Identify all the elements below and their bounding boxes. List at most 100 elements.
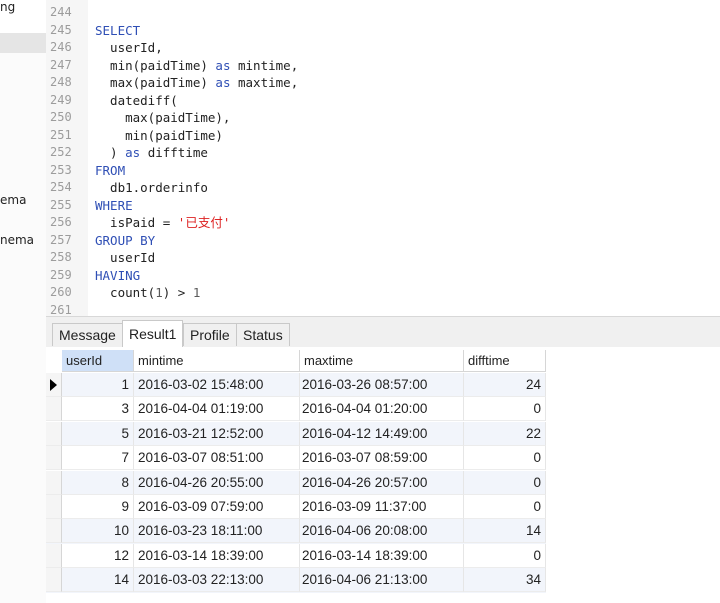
cell-difftime[interactable]: 34 xyxy=(464,568,546,593)
cell-maxtime[interactable]: 2016-04-12 14:49:00 xyxy=(300,421,464,446)
navigator-item[interactable]: ema xyxy=(0,193,26,207)
code-text: isPaid = '已支付' xyxy=(95,214,230,232)
sql-keyword: as xyxy=(215,57,231,73)
cell-difftime[interactable]: 14 xyxy=(464,519,546,544)
navigator-item[interactable]: nema xyxy=(0,233,34,247)
cell-userid[interactable]: 5 xyxy=(62,421,134,446)
cell-userid[interactable]: 14 xyxy=(62,568,134,593)
cell-mintime[interactable]: 2016-04-04 01:19:00 xyxy=(134,397,300,422)
code-text: db1.orderinfo xyxy=(95,179,208,197)
cell-difftime[interactable]: 0 xyxy=(464,397,546,422)
cell-userid[interactable]: 10 xyxy=(62,519,134,544)
row-indicator[interactable] xyxy=(46,373,62,397)
table-row[interactable]: 9 2016-03-09 07:59:00 2016-03-09 11:37:00 0 xyxy=(46,495,546,519)
column-header-mintime[interactable]: mintime xyxy=(134,350,300,372)
column-header-userid[interactable]: userId xyxy=(62,350,134,372)
sql-token: db1.orderinfo xyxy=(95,180,208,195)
cell-difftime[interactable]: 0 xyxy=(464,446,546,471)
code-text: WHERE xyxy=(95,197,133,215)
row-indicator[interactable] xyxy=(46,397,62,422)
cell-mintime[interactable]: 2016-03-23 18:11:00 xyxy=(134,519,300,544)
table-row[interactable]: 5 2016-03-21 12:52:00 2016-04-12 14:49:00 2… xyxy=(46,421,546,447)
table-row[interactable]: 8 2016-04-26 20:55:00 2016-04-26 20:57:00 0 xyxy=(46,470,546,495)
line-number: 251 xyxy=(50,127,72,142)
table-row[interactable]: 10 2016-03-23 18:11:00 2016-04-06 20:08:00… xyxy=(46,519,546,544)
line-number: 250 xyxy=(50,110,72,124)
line-number: 249 xyxy=(50,92,72,107)
cell-userid[interactable]: 1 xyxy=(62,373,134,397)
cell-maxtime[interactable]: 2016-03-26 08:57:00 xyxy=(300,373,464,397)
table-row[interactable]: 3 2016-04-04 01:19:00 2016-04-04 01:20:00 0 xyxy=(46,397,546,422)
sql-string: '已支付' xyxy=(177,215,231,230)
line-number: 258 xyxy=(50,250,72,264)
cell-difftime[interactable]: 0 xyxy=(464,543,546,568)
line-number: 260 xyxy=(50,285,72,299)
table-row[interactable]: 7 2016-03-07 08:51:00 2016-03-07 08:59:00 0 xyxy=(46,446,546,471)
cell-userid[interactable]: 12 xyxy=(62,543,134,568)
cell-mintime[interactable]: 2016-03-02 15:48:00 xyxy=(134,373,300,397)
cell-mintime[interactable]: 2016-03-07 08:51:00 xyxy=(134,446,300,471)
table-row[interactable]: 14 2016-03-03 22:13:00 2016-04-06 21:13:00… xyxy=(46,568,546,593)
row-indicator[interactable] xyxy=(46,519,62,544)
code-text: min(paidTime) as mintime, xyxy=(95,57,298,75)
cell-mintime[interactable]: 2016-03-03 22:13:00 xyxy=(134,568,300,593)
object-navigator: ng ema nema xyxy=(0,0,47,603)
cell-maxtime[interactable]: 2016-04-04 01:20:00 xyxy=(300,397,464,422)
sql-token: ) xyxy=(95,145,126,160)
cell-userid[interactable]: 7 xyxy=(62,446,134,471)
sql-token: max(paidTime), xyxy=(95,110,231,125)
cell-userid[interactable]: 8 xyxy=(62,470,134,495)
sql-token: 1 xyxy=(192,285,201,300)
cell-userid[interactable]: 3 xyxy=(62,397,134,422)
sql-editor[interactable]: 244 245 SELECT 246 userId, 247 min(paidTime)… xyxy=(46,0,720,316)
sql-token: isPaid = xyxy=(95,215,178,230)
result-tabs: Message Result1 Profile Status xyxy=(46,316,720,348)
sql-token: 1 xyxy=(155,285,163,300)
cell-difftime[interactable]: 22 xyxy=(464,421,546,446)
navigator-item[interactable]: ng xyxy=(0,0,15,14)
line-number: 256 xyxy=(50,215,72,229)
cell-maxtime[interactable]: 2016-04-06 21:13:00 xyxy=(300,568,464,593)
row-indicator[interactable] xyxy=(46,543,62,568)
cell-mintime[interactable]: 2016-03-14 18:39:00 xyxy=(134,543,300,568)
cell-maxtime[interactable]: 2016-03-09 11:37:00 xyxy=(300,495,464,519)
cell-difftime[interactable]: 0 xyxy=(464,470,546,495)
cell-maxtime[interactable]: 2016-03-07 08:59:00 xyxy=(300,446,464,471)
table-row[interactable]: 1 2016-03-02 15:48:00 2016-03-26 08:57:00 2… xyxy=(46,373,546,398)
code-text: datediff( xyxy=(95,92,178,110)
cell-maxtime[interactable]: 2016-03-14 18:39:00 xyxy=(300,543,464,568)
sql-token: datediff( xyxy=(95,92,178,108)
cell-difftime[interactable]: 0 xyxy=(464,495,546,519)
code-text: ) as difftime xyxy=(95,144,208,162)
cell-mintime[interactable]: 2016-03-21 12:52:00 xyxy=(134,421,300,446)
column-header-maxtime[interactable]: maxtime xyxy=(300,350,464,372)
row-indicator[interactable] xyxy=(46,568,62,593)
cell-maxtime[interactable]: 2016-04-06 20:08:00 xyxy=(300,519,464,544)
cell-userid[interactable]: 9 xyxy=(62,495,134,519)
line-number: 247 xyxy=(50,57,72,72)
code-text: count(1) > 1 xyxy=(95,284,200,302)
sql-token: ) > xyxy=(162,285,193,300)
column-header-difftime[interactable]: difftime xyxy=(464,350,546,372)
line-number: 255 xyxy=(50,197,72,212)
table-row[interactable]: 12 2016-03-14 18:39:00 2016-03-14 18:39:00… xyxy=(46,543,546,568)
cell-maxtime[interactable]: 2016-04-26 20:57:00 xyxy=(300,470,464,495)
cell-difftime[interactable]: 24 xyxy=(464,373,546,397)
cell-mintime[interactable]: 2016-03-09 07:59:00 xyxy=(134,495,300,519)
tab-profile[interactable]: Profile xyxy=(183,323,237,346)
sql-token: userId, xyxy=(95,40,163,55)
code-text: FROM xyxy=(95,162,125,180)
navigator-background xyxy=(0,53,46,603)
row-indicator[interactable] xyxy=(46,446,62,471)
cell-mintime[interactable]: 2016-04-26 20:55:00 xyxy=(134,470,300,495)
line-number: 261 xyxy=(50,302,72,317)
tab-message[interactable]: Message xyxy=(52,323,123,346)
code-text: GROUP BY xyxy=(95,232,155,250)
row-indicator[interactable] xyxy=(46,421,62,446)
tab-status[interactable]: Status xyxy=(236,323,290,346)
navigator-selected-row[interactable] xyxy=(0,33,46,53)
sql-keyword: HAVING xyxy=(95,267,141,283)
tab-result1[interactable]: Result1 xyxy=(122,320,184,347)
row-indicator[interactable] xyxy=(46,470,62,495)
row-indicator[interactable] xyxy=(46,495,62,519)
